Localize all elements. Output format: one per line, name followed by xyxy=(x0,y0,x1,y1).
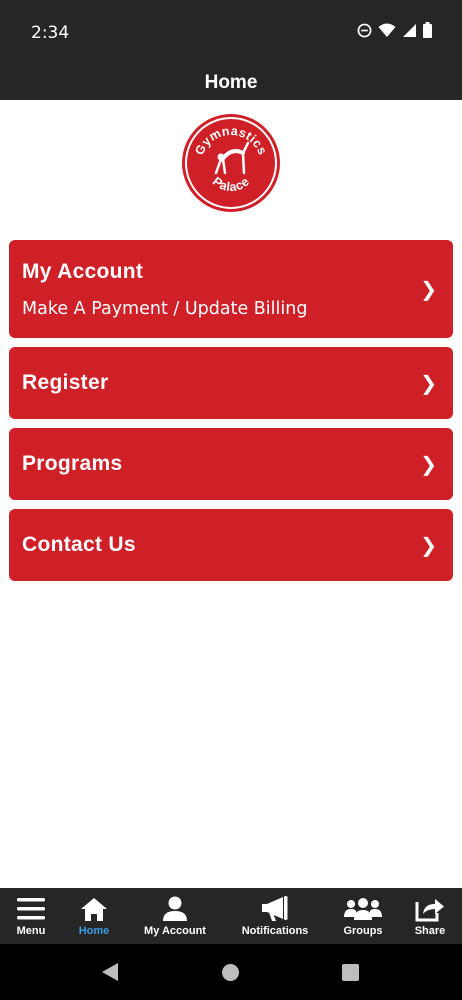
nav-label: Share xyxy=(414,925,446,937)
card-title: My Account xyxy=(22,259,144,283)
card-subtitle: Make A Payment / Update Billing xyxy=(22,298,308,319)
nav-menu[interactable]: Menu xyxy=(0,888,62,944)
user-icon xyxy=(163,896,187,921)
my-account-card[interactable]: My Account Make A Payment / Update Billi… xyxy=(9,240,453,338)
programs-card[interactable]: Programs ❯ xyxy=(9,428,453,500)
home-icon xyxy=(81,897,107,921)
recents-icon[interactable] xyxy=(342,964,359,981)
gymnastics-palace-logo: Gymnastics Palace xyxy=(181,113,281,213)
status-bar: 2:34 xyxy=(0,0,462,66)
chevron-right-icon: ❯ xyxy=(420,371,437,395)
status-time: 2:34 xyxy=(31,23,70,43)
chevron-right-icon: ❯ xyxy=(420,277,437,301)
chevron-right-icon: ❯ xyxy=(420,533,437,557)
wifi-icon xyxy=(378,23,396,37)
card-title: Register xyxy=(22,371,109,394)
battery-icon xyxy=(423,22,432,38)
home-circle-icon[interactable] xyxy=(221,963,240,982)
back-icon[interactable] xyxy=(100,962,120,982)
group-icon xyxy=(344,898,382,920)
register-card[interactable]: Register ❯ xyxy=(9,347,453,419)
nav-label: Notifications xyxy=(241,925,309,937)
nav-label: My Account xyxy=(144,925,206,937)
contact-us-card[interactable]: Contact Us ❯ xyxy=(9,509,453,581)
card-title: Programs xyxy=(22,452,123,475)
status-icons xyxy=(357,22,432,38)
page-title: Home xyxy=(204,72,258,93)
share-icon xyxy=(415,899,444,922)
nav-notifications[interactable]: Notifications xyxy=(234,888,316,944)
chevron-right-icon: ❯ xyxy=(420,452,437,476)
app-header: Home xyxy=(0,66,462,100)
hamburger-icon xyxy=(17,898,45,920)
nav-label: Groups xyxy=(343,925,383,937)
nav-label: Home xyxy=(78,925,110,937)
android-nav-bar xyxy=(0,944,462,1000)
nav-my-account[interactable]: My Account xyxy=(135,888,215,944)
signal-icon xyxy=(403,23,416,37)
nav-label: Menu xyxy=(16,925,46,937)
do-not-disturb-icon xyxy=(357,23,372,37)
nav-share[interactable]: Share xyxy=(406,888,454,944)
megaphone-icon xyxy=(262,896,288,921)
nav-groups[interactable]: Groups xyxy=(336,888,390,944)
card-title: Contact Us xyxy=(22,533,136,556)
nav-home[interactable]: Home xyxy=(66,888,122,944)
bottom-nav: Menu Home My Account Notifications Group… xyxy=(0,888,462,944)
